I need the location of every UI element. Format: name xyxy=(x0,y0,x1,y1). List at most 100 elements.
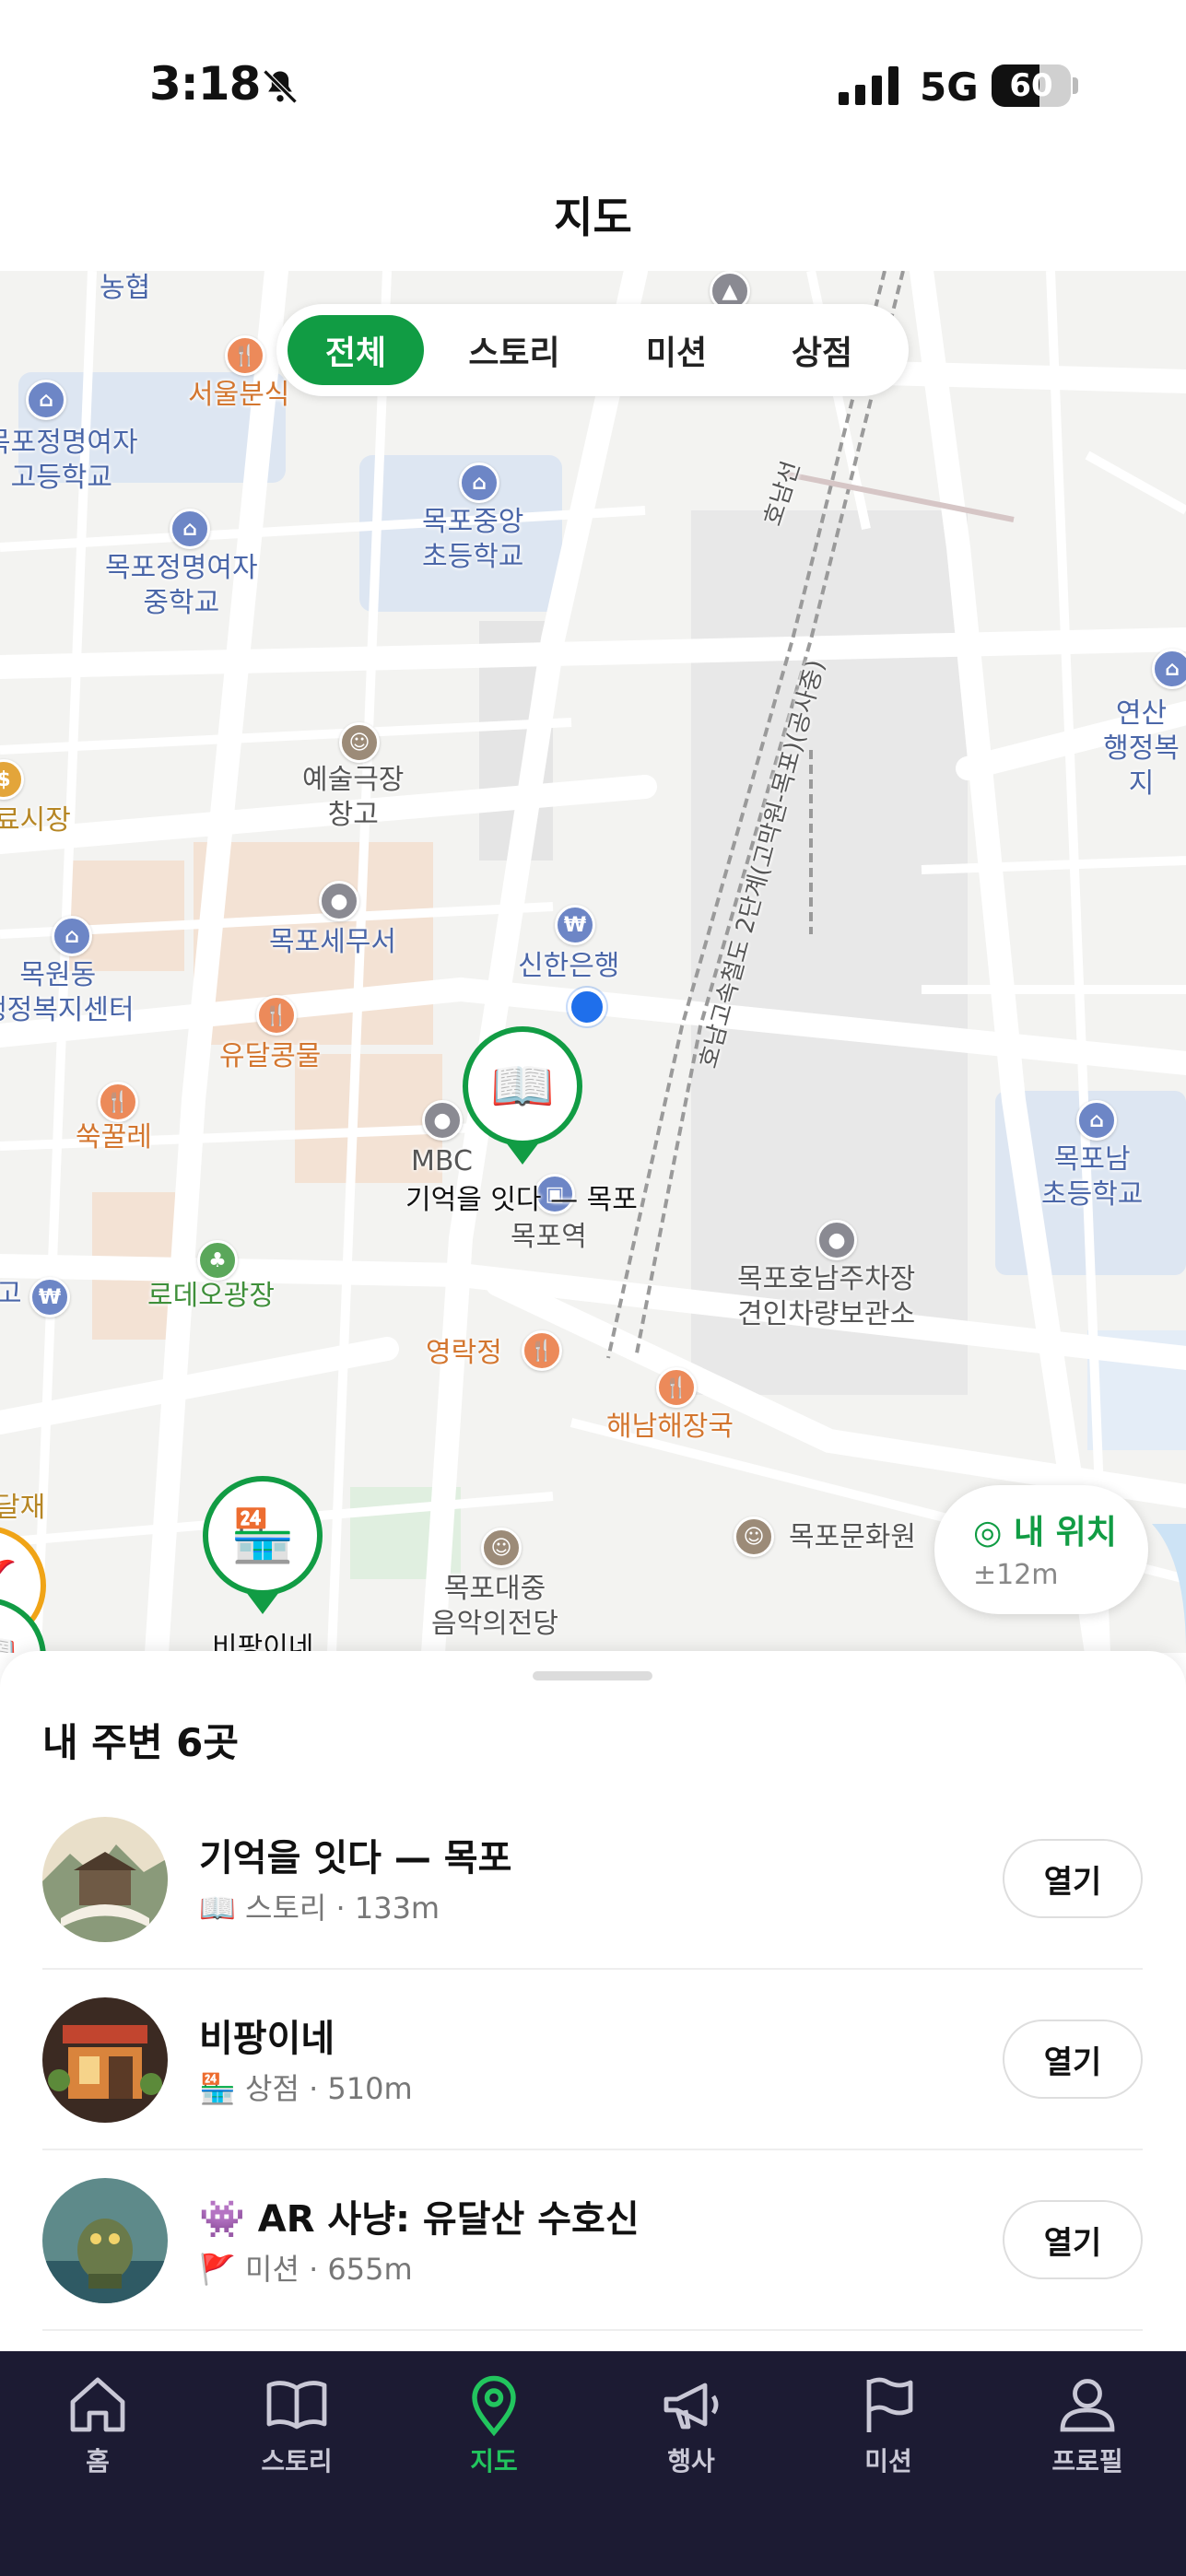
map-label-rodeo-square: 로데오광장 xyxy=(147,1280,275,1312)
my-location-accuracy: ±12m xyxy=(973,1559,1059,1591)
tab-bar: 홈 스토리 지도 행사 미션 프로필 xyxy=(0,2351,1186,2576)
school-poi-icon[interactable]: ⌂ xyxy=(1076,1100,1117,1141)
list-item[interactable]: 👾 AR 사냥: 유달산 수호신 🚩 미션 · 655m 열기 xyxy=(42,2150,1143,2331)
sheet-grab-handle[interactable] xyxy=(533,1671,652,1680)
person-icon xyxy=(1060,2379,1115,2432)
battery-cap xyxy=(1073,77,1078,94)
place-name: 비팡이네 xyxy=(199,2018,335,2060)
network-label: 5G xyxy=(920,64,979,110)
filter-bar: 전체 스토리 미션 상점 xyxy=(276,304,909,396)
map-marker-story-label: 기억을 잇다 — 목포 xyxy=(405,1184,638,1216)
map-label-tax-office: 목포세무서 xyxy=(269,926,396,958)
school-poi-icon[interactable]: ⌂ xyxy=(170,509,210,549)
theater-poi-icon[interactable]: ☺ xyxy=(339,722,380,763)
user-location-dot xyxy=(568,988,606,1026)
map-label-daljae: 달재 xyxy=(0,1492,46,1524)
open-button[interactable]: 열기 xyxy=(1003,2200,1143,2279)
home-icon xyxy=(70,2377,125,2432)
filter-shop[interactable]: 상점 xyxy=(748,315,896,385)
map-label-shinhan-bank: 신한은행 xyxy=(518,950,620,982)
map-marker-story[interactable]: 📖 xyxy=(463,1026,582,1146)
filter-story[interactable]: 스토리 xyxy=(424,315,605,385)
map-view[interactable]: ▲ 🍴 ⌂ ⌂ ⌂ ⌂ ☺ $ ● ⌂ ₩ 🍴 🍴 ● ▣ ⌂ ♣ ₩ ● 🍴 … xyxy=(0,271,1186,1653)
restaurant-poi-icon[interactable]: 🍴 xyxy=(656,1367,697,1408)
map-marker-shop-tip xyxy=(246,1592,279,1614)
music-hall-poi-icon[interactable]: ☺ xyxy=(481,1528,522,1568)
map-label-mokpo-nam-elem: 목포남 초등학교 xyxy=(1041,1143,1144,1211)
bank-poi-icon[interactable]: ₩ xyxy=(29,1277,70,1317)
restaurant-poi-icon[interactable]: 🍴 xyxy=(225,335,265,376)
government-poi-icon[interactable]: ⌂ xyxy=(1152,649,1186,689)
restaurant-poi-icon[interactable]: 🍴 xyxy=(98,1082,138,1122)
map-label-music-hall: 목포대중 음악의전당 xyxy=(431,1573,558,1640)
list-item[interactable]: 기억을 잇다 — 목포 📖 스토리 · 133m 열기 xyxy=(42,1789,1143,1970)
map-label-wonhyeong-dong: 목원동 행정복지센터 xyxy=(0,959,135,1026)
place-thumbnail xyxy=(42,1997,168,2123)
list-item[interactable]: 비팡이네 🏪 상점 · 510m 열기 xyxy=(42,1970,1143,2150)
place-thumbnail xyxy=(42,1817,168,1942)
open-button[interactable]: 열기 xyxy=(1003,1839,1143,1918)
place-name: 👾 AR 사냥: 유달산 수호신 xyxy=(199,2198,640,2241)
tab-story[interactable]: 스토리 xyxy=(223,2371,370,2478)
megaphone-icon xyxy=(663,2383,719,2430)
tab-label: 지도 xyxy=(470,2446,518,2476)
school-poi-icon[interactable]: ⌂ xyxy=(459,463,499,503)
open-button[interactable]: 열기 xyxy=(1003,2020,1143,2099)
map-label-culture-hall: 목포문화원 xyxy=(789,1521,916,1553)
map-label-jungang-elem: 목포중앙 초등학교 xyxy=(422,506,524,573)
map-marker-shop[interactable]: 🏪 xyxy=(203,1476,323,1596)
map-label-left-go: 고 xyxy=(0,1278,22,1310)
place-name: 기억을 잇다 — 목포 xyxy=(199,1837,512,1879)
school-poi-icon[interactable]: ⌂ xyxy=(26,380,66,420)
tab-home[interactable]: 홈 xyxy=(24,2371,171,2478)
bank-poi-icon[interactable]: ₩ xyxy=(555,905,595,945)
tab-events[interactable]: 행사 xyxy=(617,2371,765,2478)
filter-mission[interactable]: 미션 xyxy=(605,315,748,385)
map-label-mbc: MBC xyxy=(411,1145,473,1177)
place-thumbnail xyxy=(42,2178,168,2303)
book-icon xyxy=(266,2381,327,2430)
tab-label: 프로필 xyxy=(1051,2446,1123,2476)
office-poi-icon[interactable]: ● xyxy=(319,881,359,921)
nearby-sheet: 내 주변 6곳 기억을 잇다 — 목포 📖 스토리 · 133m 열기 비팡이네… xyxy=(0,1651,1186,2351)
battery-level: 60 xyxy=(1009,67,1053,104)
status-bar: 3:18 5G 60 xyxy=(0,0,1186,175)
restaurant-poi-icon[interactable]: 🍴 xyxy=(256,995,297,1036)
map-pin-icon xyxy=(472,2375,516,2437)
map-label-jeongmyeong-middle: 목포정명여자 중학교 xyxy=(105,552,258,619)
filter-all[interactable]: 전체 xyxy=(288,315,424,385)
tab-map[interactable]: 지도 xyxy=(420,2371,568,2478)
government-poi-icon[interactable]: ⌂ xyxy=(52,916,92,956)
map-label-yudal-kongmul: 유달콩물 xyxy=(219,1040,322,1072)
my-location-button[interactable]: ◎ 내 위치 ±12m xyxy=(934,1485,1148,1614)
tab-label: 스토리 xyxy=(261,2446,333,2476)
tab-mission[interactable]: 미션 xyxy=(815,2371,962,2478)
map-label-market: 료시장 xyxy=(0,804,71,837)
parking-poi-icon[interactable]: ● xyxy=(816,1220,857,1260)
place-meta: 🚩 미션 · 655m xyxy=(199,2252,413,2287)
culture-poi-icon[interactable]: ☺ xyxy=(734,1516,774,1557)
map-label-haenam-haejangguk: 해남해장국 xyxy=(606,1411,734,1443)
map-label-nonghyup: 농협 xyxy=(100,272,151,304)
tab-label: 행사 xyxy=(667,2446,715,2476)
signal-icon xyxy=(839,66,898,105)
map-label-mokpo-station: 목포역 xyxy=(511,1221,587,1253)
my-location-title: ◎ 내 위치 xyxy=(973,1514,1117,1551)
bell-muted-icon xyxy=(263,69,298,104)
tab-profile[interactable]: 프로필 xyxy=(1014,2371,1161,2478)
place-meta: 🏪 상점 · 510m xyxy=(199,2071,413,2106)
tab-label: 미션 xyxy=(864,2446,912,2476)
sheet-title: 내 주변 6곳 xyxy=(42,1720,240,1765)
park-poi-icon[interactable]: ♣ xyxy=(197,1240,238,1281)
broadcast-poi-icon[interactable]: ● xyxy=(422,1100,463,1141)
tab-label: 홈 xyxy=(86,2446,110,2476)
map-label-yeonsan: 연산 행정복지 xyxy=(1103,697,1180,800)
restaurant-poi-icon[interactable]: 🍴 xyxy=(522,1330,562,1371)
map-label-honam-parking: 목포호남주차장 견인차량보관소 xyxy=(737,1263,916,1330)
flag-icon xyxy=(866,2377,913,2432)
battery-icon: 60 xyxy=(992,64,1071,107)
page-title: 지도 xyxy=(554,193,632,242)
map-marker-shop-label: 비팡이네 xyxy=(212,1632,314,1653)
map-label-ssukkkulle: 쑥꿀레 xyxy=(76,1121,152,1153)
map-marker-story-tip xyxy=(506,1142,539,1165)
